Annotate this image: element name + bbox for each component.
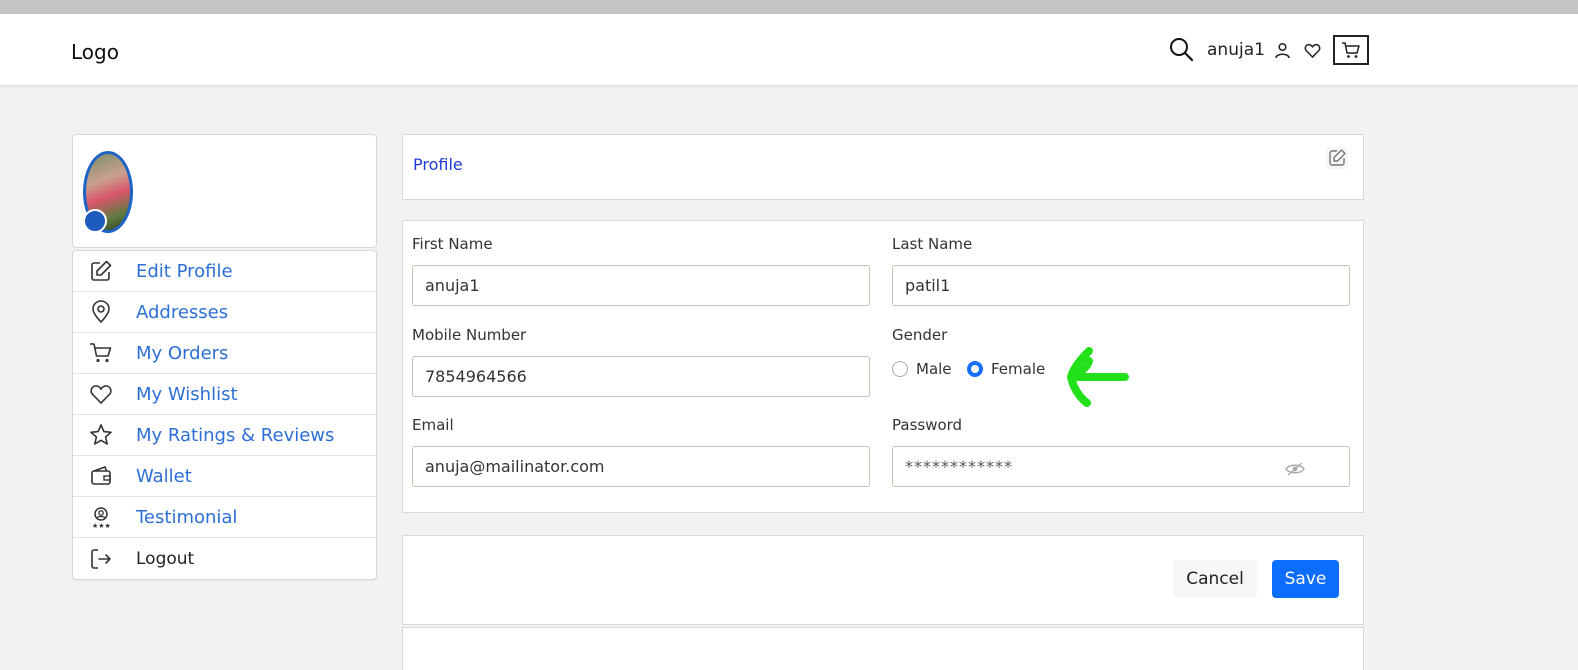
avatar-card: [72, 134, 377, 248]
gender-label: Gender: [892, 326, 948, 344]
edit-icon[interactable]: [1325, 146, 1349, 170]
avatar-edit-badge[interactable]: [83, 209, 107, 233]
cart-icon: [90, 343, 112, 363]
cart-button[interactable]: [1333, 35, 1369, 65]
award-icon: ★★★: [92, 507, 111, 529]
site-header: Logo anuja1: [0, 14, 1578, 86]
sidebar-item-label: Logout: [136, 548, 195, 569]
sidebar-item-label: My Wishlist: [136, 383, 238, 405]
last-name-input[interactable]: [892, 265, 1350, 306]
gender-female-option[interactable]: Female: [967, 360, 1045, 378]
sidebar-item-label: Testimonial: [136, 506, 238, 528]
sidebar-item-logout[interactable]: Logout: [73, 538, 376, 579]
svg-text:★★★: ★★★: [92, 522, 111, 529]
header-username[interactable]: anuja1: [1207, 40, 1265, 60]
cancel-button[interactable]: Cancel: [1173, 560, 1257, 598]
profile-header-panel: Profile: [402, 134, 1364, 200]
mobile-label: Mobile Number: [412, 326, 527, 344]
mobile-input[interactable]: [412, 356, 870, 397]
wishlist-heart-icon[interactable]: [1304, 42, 1321, 59]
password-label: Password: [892, 416, 963, 434]
gender-female-radio[interactable]: [967, 361, 983, 377]
save-button[interactable]: Save: [1272, 560, 1339, 598]
email-input[interactable]: [412, 446, 870, 487]
star-icon: [90, 424, 112, 445]
password-input[interactable]: [892, 446, 1350, 487]
form-actions-panel: Cancel Save: [402, 535, 1364, 625]
first-name-input[interactable]: [412, 265, 870, 306]
sidebar-menu: Edit Profile Addresses My Orders My Wish…: [72, 250, 377, 580]
gender-male-option[interactable]: Male: [892, 360, 952, 378]
gender-male-radio[interactable]: [892, 361, 908, 377]
heart-icon: [90, 385, 112, 405]
sidebar-item-my-orders[interactable]: My Orders: [73, 333, 376, 374]
search-icon[interactable]: [1168, 36, 1194, 62]
sidebar-item-label: Wallet: [136, 465, 192, 487]
browser-top-strip: [0, 0, 1578, 14]
first-name-label: First Name: [412, 235, 493, 253]
location-pin-icon: [92, 300, 110, 324]
sidebar-item-label: Edit Profile: [136, 260, 233, 282]
page-title: Profile: [413, 155, 463, 174]
sidebar-item-my-wishlist[interactable]: My Wishlist: [73, 374, 376, 415]
sidebar-item-testimonial[interactable]: ★★★ Testimonial: [73, 497, 376, 538]
sidebar-item-label: Addresses: [136, 301, 229, 323]
logout-icon: [91, 548, 111, 569]
bottom-panel: [402, 627, 1364, 670]
logo[interactable]: Logo: [71, 40, 119, 64]
cart-icon: [1342, 42, 1360, 58]
eye-slash-icon[interactable]: [1285, 462, 1305, 476]
sidebar-item-label: My Orders: [136, 342, 229, 364]
gender-male-label: Male: [916, 360, 952, 378]
sidebar-item-edit-profile[interactable]: Edit Profile: [73, 251, 376, 292]
sidebar-item-wallet[interactable]: Wallet: [73, 456, 376, 497]
edit-icon: [91, 260, 112, 281]
user-icon[interactable]: [1274, 42, 1291, 59]
sidebar-item-ratings-reviews[interactable]: My Ratings & Reviews: [73, 415, 376, 456]
sidebar-item-label: My Ratings & Reviews: [136, 424, 335, 446]
email-label: Email: [412, 416, 454, 434]
last-name-label: Last Name: [892, 235, 973, 253]
gender-female-label: Female: [991, 360, 1046, 378]
profile-form: First Name Last Name Mobile Number Gende…: [402, 220, 1364, 513]
annotation-arrow-icon: [1067, 347, 1129, 407]
wallet-icon: [91, 465, 111, 485]
sidebar-item-addresses[interactable]: Addresses: [73, 292, 376, 333]
